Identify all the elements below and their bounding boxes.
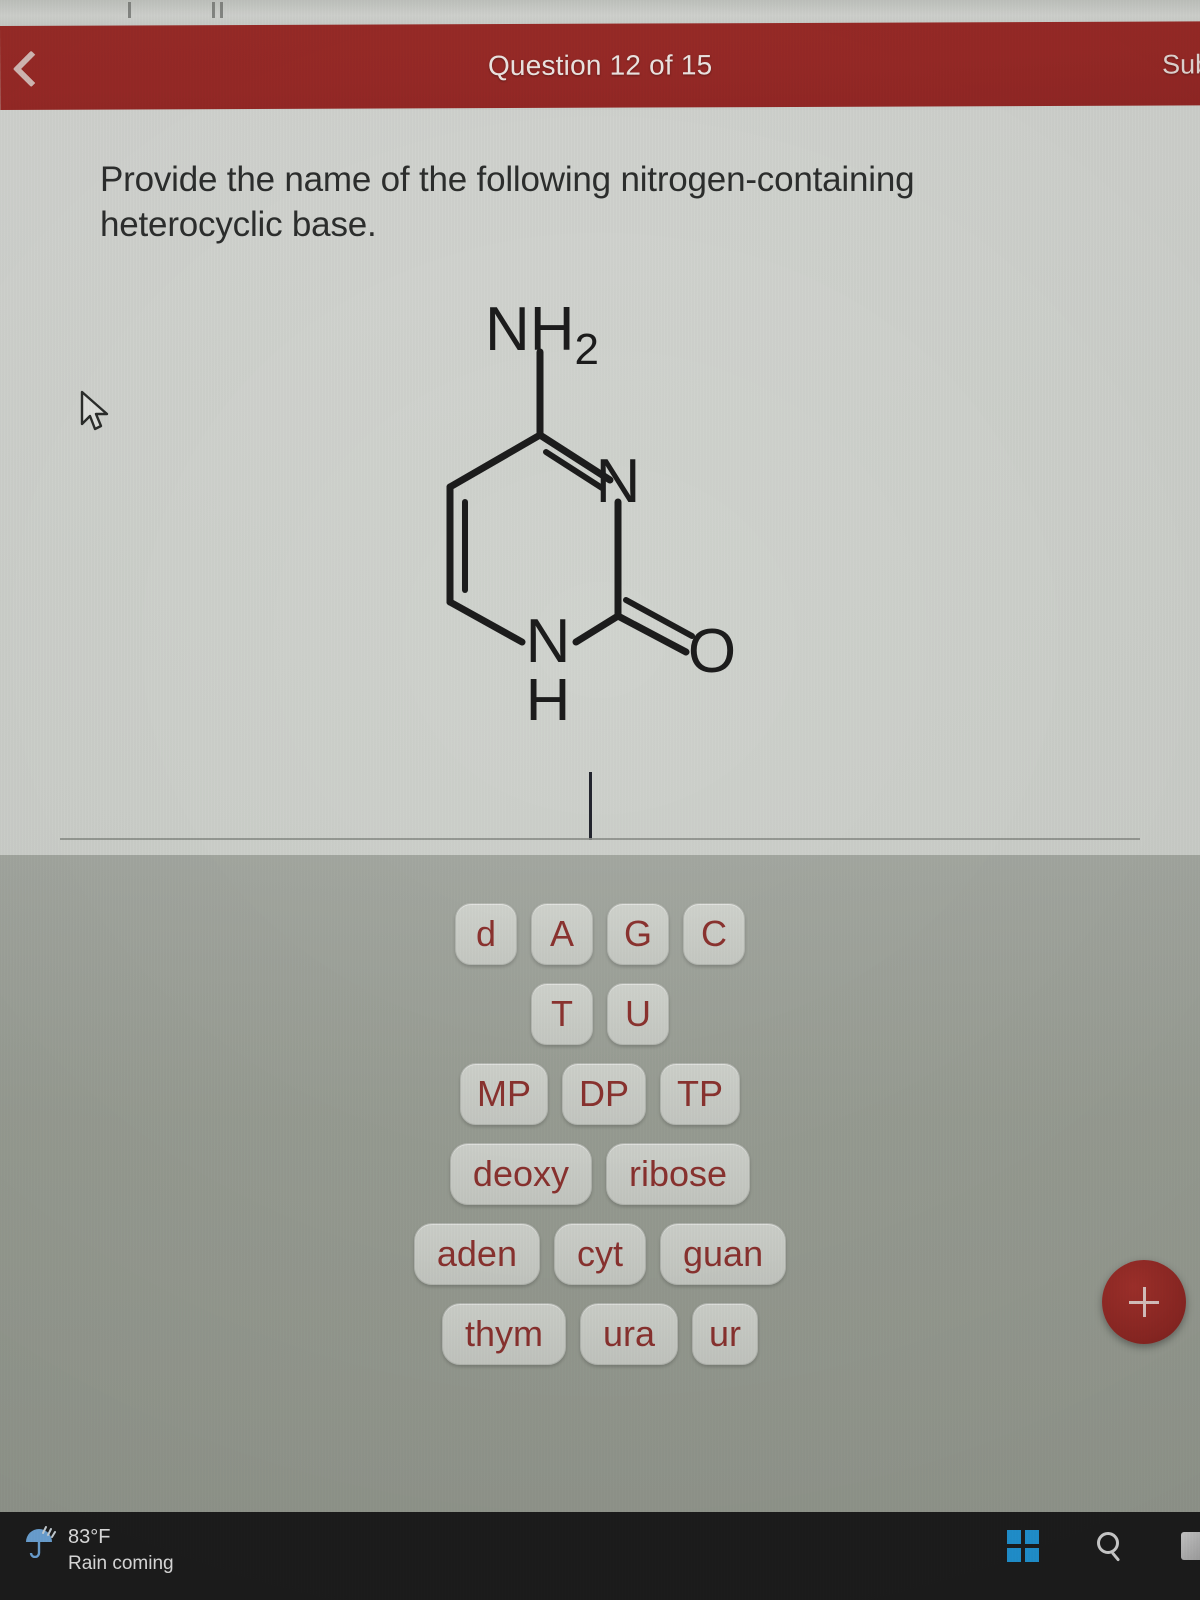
page-title: Question 12 of 15	[487, 49, 713, 82]
tile-c[interactable]: C	[683, 903, 745, 965]
search-icon[interactable]	[1095, 1531, 1125, 1562]
weather-widget[interactable]: 83°F Rain coming	[22, 1524, 174, 1577]
tile-a[interactable]: A	[530, 903, 593, 965]
label-n1: N	[526, 607, 571, 676]
app-header: Question 12 of 15 Sub	[0, 21, 1200, 110]
tile-row-phosphates: MP DP TP	[0, 1063, 1200, 1125]
tile-rows-container: d A G C T U MP DP TP deoxy ribose aden cyt guan thym ur…	[0, 903, 1200, 1383]
bezel-mark-left	[128, 2, 131, 18]
windows-start-icon[interactable]	[1007, 1530, 1039, 1562]
tile-ribose[interactable]: ribose	[606, 1143, 751, 1205]
question-panel: Provide the name of the following nitrog…	[0, 110, 1200, 855]
add-button[interactable]	[1102, 1260, 1186, 1344]
tile-d[interactable]: d	[454, 903, 517, 965]
rain-umbrella-icon	[26, 1526, 56, 1558]
tile-tp[interactable]: TP	[660, 1063, 741, 1125]
answer-tile-panel: d A G C T U MP DP TP deoxy ribose aden cyt guan thym ur…	[0, 855, 1200, 1512]
tile-u[interactable]: U	[607, 983, 669, 1045]
question-prompt: Provide the name of the following nitrog…	[100, 160, 915, 244]
tile-row-sugars: deoxy ribose	[0, 1143, 1200, 1205]
weather-temperature: 83°F	[68, 1526, 111, 1548]
tile-thym[interactable]: thym	[441, 1303, 566, 1365]
windows-taskbar: 83°F Rain coming	[0, 1512, 1200, 1600]
label-carbonyl-o: O	[688, 617, 736, 686]
answer-input-caret	[589, 772, 592, 840]
tile-row-bases-1: aden cyt guan	[0, 1223, 1200, 1285]
taskbar-icons	[1007, 1530, 1200, 1562]
plus-icon	[1129, 1287, 1159, 1317]
bezel-mark-mid	[212, 2, 215, 18]
tile-ura[interactable]: ura	[579, 1303, 679, 1365]
mouse-pointer	[80, 390, 114, 441]
label-n1-h: H	[526, 667, 571, 720]
tile-row-tu: TU	[0, 983, 1200, 1045]
bezel-mark-mid2	[220, 2, 223, 18]
tile-deoxy[interactable]: deoxy	[449, 1143, 592, 1205]
tile-dp[interactable]: DP	[561, 1063, 646, 1125]
tile-mp[interactable]: MP	[459, 1063, 548, 1125]
tile-guan[interactable]: guan	[660, 1223, 787, 1285]
tile-row-bases-2: thym ura ur	[0, 1303, 1200, 1365]
label-ring-n: N	[596, 447, 641, 516]
device-screen: Question 12 of 15 Sub Provide the name o…	[0, 0, 1200, 1600]
tile-t[interactable]: T	[531, 983, 593, 1045]
tile-row-nucleoside-letters: dAGC	[0, 903, 1200, 965]
tile-aden[interactable]: aden	[413, 1223, 540, 1285]
tile-g[interactable]: G	[606, 903, 669, 965]
tile-cyt[interactable]: cyt	[553, 1223, 646, 1285]
tile-ur[interactable]: ur	[692, 1303, 759, 1365]
weather-description: Rain coming	[68, 1553, 174, 1574]
submit-button[interactable]: Sub	[1162, 49, 1200, 80]
cytosine-skeletal-structure: NH2 N N H O	[390, 290, 810, 720]
answer-input[interactable]	[60, 838, 1140, 840]
label-nh2: NH2	[485, 295, 599, 374]
widgets-icon[interactable]	[1181, 1532, 1200, 1560]
